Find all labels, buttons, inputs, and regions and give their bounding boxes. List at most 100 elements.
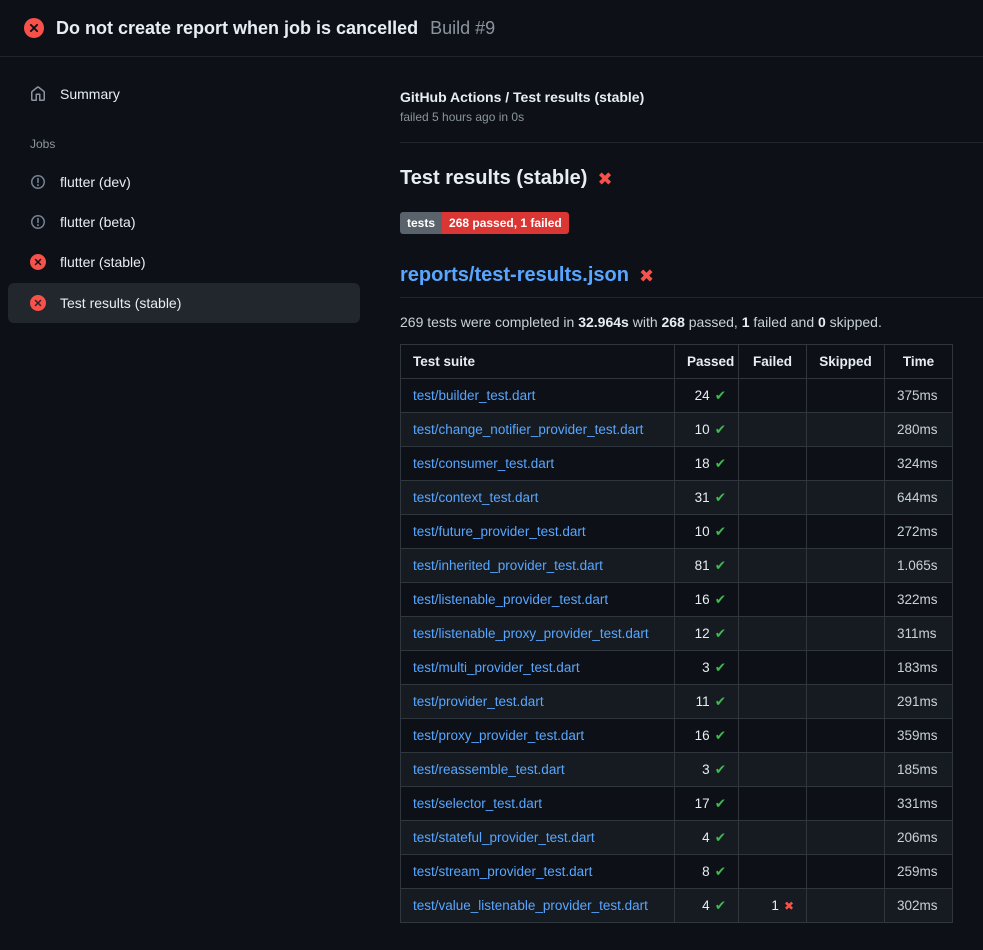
- test-suite-link[interactable]: test/stream_provider_test.dart: [413, 864, 592, 879]
- suite-cell: test/listenable_proxy_provider_test.dart: [401, 617, 675, 651]
- passed-cell: 17✔: [675, 787, 739, 821]
- check-icon: ✔: [715, 762, 726, 777]
- failed-cell: [739, 787, 807, 821]
- table-row: test/stream_provider_test.dart8✔259ms: [401, 855, 953, 889]
- check-icon: ✔: [715, 592, 726, 607]
- passed-count: 81: [695, 558, 710, 573]
- passed-cell: 12✔: [675, 617, 739, 651]
- run-status-line: failed 5 hours ago in 0s: [400, 110, 983, 124]
- x-circle-icon: [30, 295, 46, 311]
- passed-count: 24: [695, 388, 710, 403]
- skipped-cell: [807, 583, 885, 617]
- passed-cell: 10 ✔: [675, 413, 739, 447]
- passed-cell: 11 ✔: [675, 685, 739, 719]
- suite-cell: test/multi_provider_test.dart: [401, 651, 675, 685]
- test-suite-link[interactable]: test/selector_test.dart: [413, 796, 542, 811]
- failed-count: 1: [771, 898, 779, 913]
- column-header: Skipped: [807, 345, 885, 379]
- test-suite-link[interactable]: test/provider_test.dart: [413, 694, 544, 709]
- table-row: test/reassemble_test.dart 3 ✔ 185ms: [401, 753, 953, 787]
- test-suite-link[interactable]: test/future_provider_test.dart: [413, 524, 586, 539]
- run-header: Do not create report when job is cancell…: [0, 0, 983, 57]
- skipped-cell: [807, 787, 885, 821]
- check-icon: ✔: [715, 422, 726, 437]
- summary-segment: passed,: [685, 314, 742, 330]
- sidebar-item-flutter-beta[interactable]: flutter (beta): [8, 203, 360, 241]
- test-suite-link[interactable]: test/builder_test.dart: [413, 388, 535, 403]
- passed-count: 4: [702, 830, 710, 845]
- time-cell: 322ms: [885, 583, 953, 617]
- check-icon: ✔: [715, 626, 726, 641]
- test-suite-link[interactable]: test/inherited_provider_test.dart: [413, 558, 603, 573]
- passed-count: 16: [695, 728, 710, 743]
- test-suite-link[interactable]: test/context_test.dart: [413, 490, 538, 505]
- table-row: test/value_listenable_provider_test.dart…: [401, 889, 953, 923]
- failed-cell: [739, 515, 807, 549]
- sidebar-item-flutter-stable[interactable]: flutter (stable): [8, 243, 360, 281]
- table-row: test/provider_test.dart11✔291ms: [401, 685, 953, 719]
- passed-count: 31: [695, 490, 710, 505]
- test-suite-link[interactable]: test/stateful_provider_test.dart: [413, 830, 595, 845]
- table-row: test/proxy_provider_test.dart16✔359ms: [401, 719, 953, 753]
- time-cell: 185ms: [885, 753, 953, 787]
- skipped-cell: [807, 481, 885, 515]
- job-label: flutter (stable): [60, 254, 146, 270]
- sidebar-item-flutter-dev[interactable]: flutter (dev): [8, 163, 360, 201]
- skipped-cell: [807, 617, 885, 651]
- main-panel: GitHub Actions / Test results (stable) f…: [368, 57, 983, 950]
- skipped-cell: [807, 889, 885, 923]
- sidebar-item-test-results-stable[interactable]: Test results (stable): [8, 283, 360, 323]
- breadcrumb: GitHub Actions / Test results (stable): [400, 89, 983, 105]
- skipped-cell: [807, 821, 885, 855]
- skipped-cell: [807, 549, 885, 583]
- check-icon: ✔: [715, 660, 726, 675]
- badge-label: tests: [400, 212, 442, 234]
- test-suite-link[interactable]: test/change_notifier_provider_test.dart: [413, 422, 643, 437]
- passed-count: 10: [695, 422, 710, 437]
- passed-cell: 81✔: [675, 549, 739, 583]
- passed-cell: 10 ✔: [675, 515, 739, 549]
- failed-cell: [739, 855, 807, 889]
- x-circle-icon: [30, 254, 46, 270]
- build-number: Build #9: [430, 18, 495, 39]
- home-icon: [30, 86, 46, 102]
- test-suite-link[interactable]: test/listenable_provider_test.dart: [413, 592, 608, 607]
- passed-count: 11: [696, 694, 710, 709]
- table-row: test/future_provider_test.dart10✔272ms: [401, 515, 953, 549]
- summary-segment: 0: [818, 314, 826, 330]
- passed-count: 4: [702, 898, 710, 913]
- suite-cell: test/proxy_provider_test.dart: [401, 719, 675, 753]
- x-circle-icon: [24, 18, 44, 38]
- test-suite-link[interactable]: test/listenable_proxy_provider_test.dart: [413, 626, 649, 641]
- suite-cell: test/reassemble_test.dart: [401, 753, 675, 787]
- skipped-cell: [807, 447, 885, 481]
- report-link[interactable]: reports/test-results.json: [400, 264, 629, 287]
- sidebar-item-summary[interactable]: Summary: [8, 75, 360, 113]
- column-header: Test suite: [401, 345, 675, 379]
- check-icon: ✔: [715, 694, 726, 709]
- passed-count: 10: [695, 524, 710, 539]
- summary-segment: failed and: [750, 314, 819, 330]
- check-icon: ✔: [715, 524, 726, 539]
- sidebar: Summary Jobs flutter (dev)flutter (beta)…: [0, 57, 368, 950]
- time-cell: 302ms: [885, 889, 953, 923]
- test-suite-link[interactable]: test/proxy_provider_test.dart: [413, 728, 584, 743]
- x-icon: ✖: [784, 899, 794, 913]
- test-suite-link[interactable]: test/multi_provider_test.dart: [413, 660, 580, 675]
- suite-cell: test/context_test.dart: [401, 481, 675, 515]
- test-suite-link[interactable]: test/value_listenable_provider_test.dart: [413, 898, 648, 913]
- check-icon: ✔: [715, 898, 726, 913]
- time-cell: 280ms: [885, 413, 953, 447]
- test-suite-link[interactable]: test/reassemble_test.dart: [413, 762, 565, 777]
- test-suite-link[interactable]: test/consumer_test.dart: [413, 456, 554, 471]
- passed-cell: 31✔: [675, 481, 739, 515]
- passed-cell: 4✔: [675, 821, 739, 855]
- table-row: test/builder_test.dart24✔375ms: [401, 379, 953, 413]
- summary-segment: 32.964s: [578, 314, 629, 330]
- passed-count: 3: [702, 762, 710, 777]
- jobs-section-label: Jobs: [30, 137, 360, 151]
- time-cell: 311ms: [885, 617, 953, 651]
- failed-cell: [739, 481, 807, 515]
- passed-count: 16: [695, 592, 710, 607]
- jobs-list: flutter (dev)flutter (beta) flutter (stab…: [8, 163, 360, 323]
